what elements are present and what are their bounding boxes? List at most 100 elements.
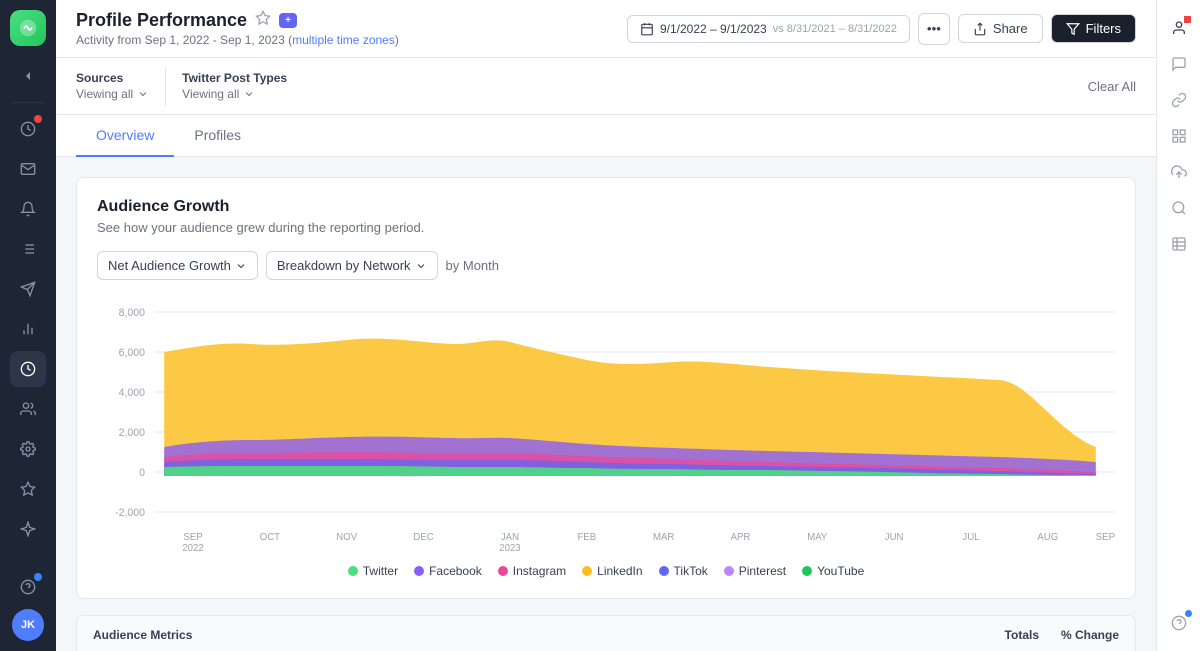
legend-tiktok: TikTok	[659, 564, 708, 578]
svg-text:DEC: DEC	[413, 532, 433, 543]
sidebar-item-settings[interactable]	[10, 431, 46, 467]
app-logo[interactable]	[10, 10, 46, 46]
svg-text:MAR: MAR	[653, 532, 674, 543]
filters-button[interactable]: Filters	[1051, 14, 1136, 43]
metric-chevron-icon	[235, 260, 247, 272]
sidebar-item-notifications[interactable]	[10, 111, 46, 147]
svg-text:APR: APR	[731, 532, 751, 543]
left-sidebar: JK	[0, 0, 56, 651]
sidebar-item-list[interactable]	[10, 231, 46, 267]
sidebar-item-star[interactable]	[10, 471, 46, 507]
right-sidebar-item-table[interactable]	[1163, 228, 1195, 260]
breakdown-chevron-icon	[415, 260, 427, 272]
sources-label: Sources	[76, 71, 149, 85]
svg-text:4,000: 4,000	[119, 387, 145, 399]
main-tabs: Overview Profiles	[56, 115, 1156, 157]
right-sidebar-item-link[interactable]	[1163, 84, 1195, 116]
svg-text:-2,000: -2,000	[115, 507, 145, 519]
sidebar-item-reports[interactable]	[10, 351, 46, 387]
header-right: 9/1/2022 – 9/1/2023 vs 8/31/2021 – 8/31/…	[627, 13, 1136, 45]
sidebar-divider-1	[13, 102, 43, 103]
sidebar-item-analytics[interactable]	[10, 311, 46, 347]
area-chart: 8,000 6,000 4,000 2,000 0 -2,000 SEP 202…	[97, 292, 1115, 552]
page-header: Profile Performance + Activity from Sep …	[56, 0, 1156, 58]
multiple-timezones-link[interactable]: multiple time zones	[292, 33, 395, 47]
filter-bar: Sources Viewing all Twitter Post Types V…	[56, 58, 1156, 115]
chart-area: 8,000 6,000 4,000 2,000 0 -2,000 SEP 202…	[97, 292, 1115, 552]
sidebar-item-collapse[interactable]	[10, 58, 46, 94]
right-sidebar	[1156, 0, 1200, 651]
youtube-dot	[802, 566, 812, 576]
filter-divider-1	[165, 66, 166, 106]
content-area: Audience Growth See how your audience gr…	[56, 157, 1156, 651]
svg-text:JUL: JUL	[962, 532, 980, 543]
help-dot	[1185, 610, 1192, 617]
twitter-post-types-filter: Twitter Post Types Viewing all	[182, 71, 287, 101]
svg-text:2,000: 2,000	[119, 427, 145, 439]
help-badge	[34, 573, 42, 581]
right-notification-badge	[1184, 16, 1191, 23]
sidebar-bottom: JK	[10, 569, 46, 641]
legend-pinterest: Pinterest	[724, 564, 786, 578]
tab-overview[interactable]: Overview	[76, 115, 174, 157]
twitter-post-types-select[interactable]: Viewing all	[182, 87, 287, 101]
chevron-down-icon-2	[243, 88, 255, 100]
sidebar-item-bell[interactable]	[10, 191, 46, 227]
sidebar-item-magic[interactable]	[10, 511, 46, 547]
by-month-text: by Month	[446, 258, 499, 273]
clear-all-button[interactable]: Clear All	[1088, 79, 1136, 94]
sources-filter: Sources Viewing all	[76, 71, 149, 101]
share-icon	[973, 22, 987, 36]
right-sidebar-item-help[interactable]	[1163, 607, 1195, 639]
metrics-table-header: Audience Metrics Totals % Change	[77, 616, 1135, 651]
twitter-dot	[348, 566, 358, 576]
sidebar-item-help[interactable]	[10, 569, 46, 605]
right-sidebar-item-grid[interactable]	[1163, 120, 1195, 152]
linkedin-dot	[582, 566, 592, 576]
instagram-dot	[498, 566, 508, 576]
metrics-change-header: % Change	[1039, 628, 1119, 642]
metric-dropdown[interactable]: Net Audience Growth	[97, 251, 258, 280]
chart-legend: Twitter Facebook Instagram LinkedIn TikT…	[97, 564, 1115, 578]
star-icon[interactable]	[255, 10, 271, 31]
svg-text:AUG: AUG	[1037, 532, 1058, 543]
sidebar-item-inbox[interactable]	[10, 151, 46, 187]
tab-profiles[interactable]: Profiles	[174, 115, 261, 157]
share-button[interactable]: Share	[958, 14, 1043, 43]
svg-text:2023: 2023	[499, 543, 521, 552]
right-sidebar-item-upload[interactable]	[1163, 156, 1195, 188]
user-avatar[interactable]: JK	[12, 609, 44, 641]
svg-text:8,000: 8,000	[119, 307, 145, 319]
legend-instagram: Instagram	[498, 564, 566, 578]
breakdown-dropdown[interactable]: Breakdown by Network	[266, 251, 438, 280]
page-title: Profile Performance	[76, 10, 247, 31]
legend-facebook: Facebook	[414, 564, 482, 578]
card-subtitle: See how your audience grew during the re…	[97, 220, 1115, 235]
legend-youtube: YouTube	[802, 564, 864, 578]
svg-text:SEP: SEP	[183, 532, 203, 543]
svg-text:FEB: FEB	[577, 532, 596, 543]
main-content: Profile Performance + Activity from Sep …	[56, 0, 1156, 651]
chevron-down-icon	[137, 88, 149, 100]
more-options-button[interactable]: •••	[918, 13, 950, 45]
right-sidebar-item-person[interactable]	[1163, 12, 1195, 44]
legend-twitter: Twitter	[348, 564, 398, 578]
right-sidebar-item-comment[interactable]	[1163, 48, 1195, 80]
svg-text:JUN: JUN	[885, 532, 904, 543]
date-range-button[interactable]: 9/1/2022 – 9/1/2023 vs 8/31/2021 – 8/31/…	[627, 15, 910, 43]
svg-text:NOV: NOV	[336, 532, 357, 543]
header-subtitle: Activity from Sep 1, 2022 - Sep 1, 2023 …	[76, 33, 399, 47]
right-sidebar-item-search[interactable]	[1163, 192, 1195, 224]
calendar-icon	[640, 22, 654, 36]
card-title: Audience Growth	[97, 198, 1115, 216]
sidebar-item-team[interactable]	[10, 391, 46, 427]
sidebar-item-publish[interactable]	[10, 271, 46, 307]
filter-icon	[1066, 22, 1080, 36]
svg-text:MAY: MAY	[807, 532, 828, 543]
metrics-label-header: Audience Metrics	[93, 628, 939, 642]
page-title-row: Profile Performance +	[76, 10, 399, 31]
chart-controls: Net Audience Growth Breakdown by Network…	[97, 251, 1115, 280]
sources-select[interactable]: Viewing all	[76, 87, 149, 101]
svg-text:JAN: JAN	[501, 532, 519, 543]
header-left: Profile Performance + Activity from Sep …	[76, 10, 399, 47]
